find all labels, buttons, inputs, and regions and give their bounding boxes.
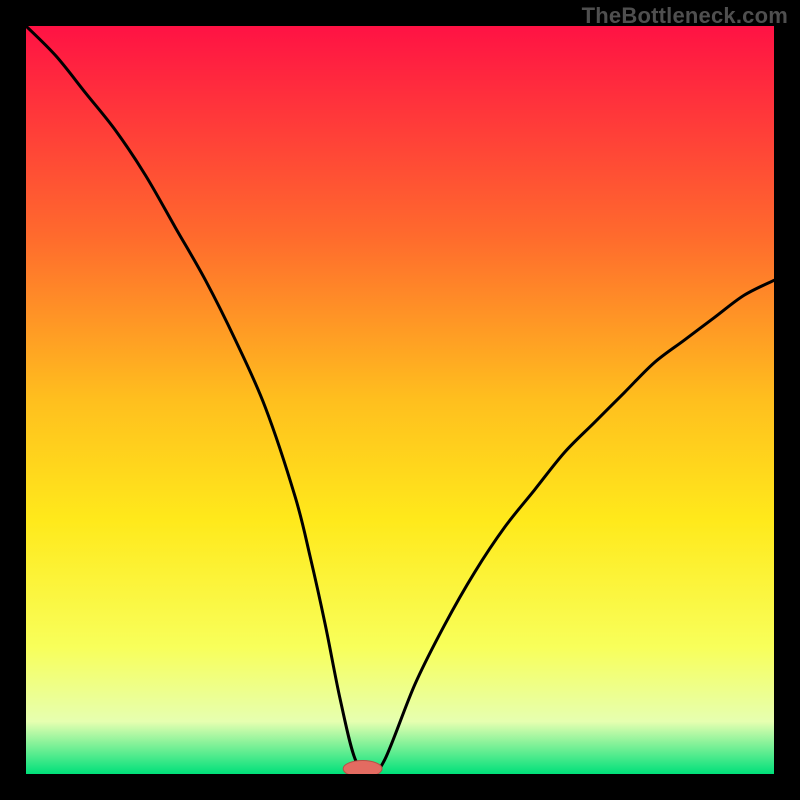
watermark-text: TheBottleneck.com — [582, 3, 788, 29]
optimal-point-marker — [343, 761, 382, 774]
chart-frame: TheBottleneck.com — [0, 0, 800, 800]
bottleneck-chart — [26, 26, 774, 774]
plot-area — [26, 26, 774, 774]
gradient-background — [26, 26, 774, 774]
